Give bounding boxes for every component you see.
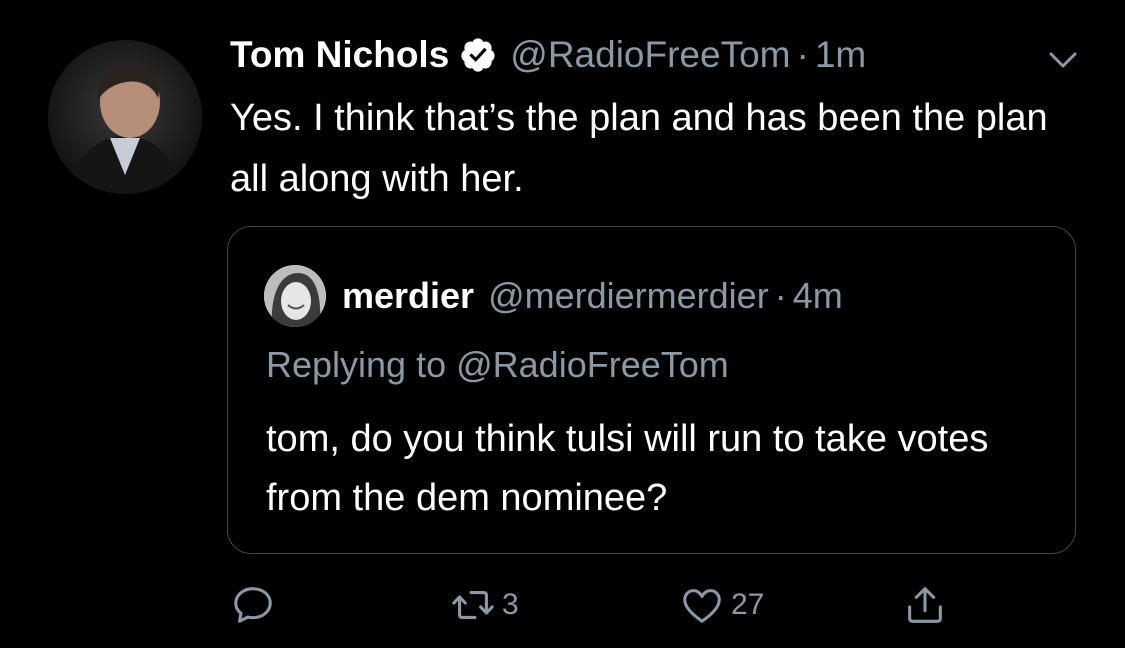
quoted-tweet-card[interactable]: merdier @merdiermerdier · 4m Replying to… <box>227 226 1076 554</box>
retweet-count: 3 <box>502 588 519 621</box>
heart-icon <box>683 589 721 623</box>
comment-bubble-icon <box>234 587 272 623</box>
tweet[interactable]: Tom Nichols @RadioFreeTom · 1m Yes. I th… <box>0 0 1125 648</box>
share-icon <box>908 587 942 623</box>
quoted-tweet-timestamp[interactable]: 4m <box>793 275 843 317</box>
quoted-author-photo <box>264 265 326 327</box>
reply-button[interactable] <box>230 580 276 630</box>
tweet-header: Tom Nichols @RadioFreeTom · 1m <box>230 30 866 80</box>
quoted-author-name[interactable]: merdier <box>342 275 474 317</box>
quoted-tweet-text: tom, do you think tulsi will run to take… <box>266 418 989 519</box>
quoted-tweet-header: merdier @merdiermerdier · 4m <box>342 270 843 322</box>
quoted-author-handle[interactable]: @merdiermerdier <box>488 275 769 317</box>
author-photo <box>48 40 202 194</box>
replying-to-label: Replying to @RadioFreeTom <box>266 344 729 385</box>
separator-dot: · <box>796 34 809 75</box>
retweet-icon <box>452 591 494 619</box>
author-avatar[interactable] <box>48 40 202 194</box>
tweet-timestamp[interactable]: 1m <box>815 30 866 80</box>
author-name[interactable]: Tom Nichols <box>230 30 449 80</box>
like-button[interactable]: 27 <box>679 580 764 630</box>
share-button[interactable] <box>902 580 948 630</box>
verified-badge-icon <box>459 36 497 74</box>
retweet-button[interactable]: 3 <box>450 580 519 630</box>
tweet-actions-bar: 3 27 <box>230 580 970 630</box>
quoted-author-avatar[interactable] <box>264 265 326 327</box>
like-count: 27 <box>731 588 765 621</box>
tweet-text: Yes. I think that’s the plan and has bee… <box>230 97 1048 200</box>
more-options-chevron-down-icon[interactable] <box>1043 40 1083 80</box>
quoted-separator-dot: · <box>774 275 787 316</box>
author-handle[interactable]: @RadioFreeTom <box>510 30 790 80</box>
